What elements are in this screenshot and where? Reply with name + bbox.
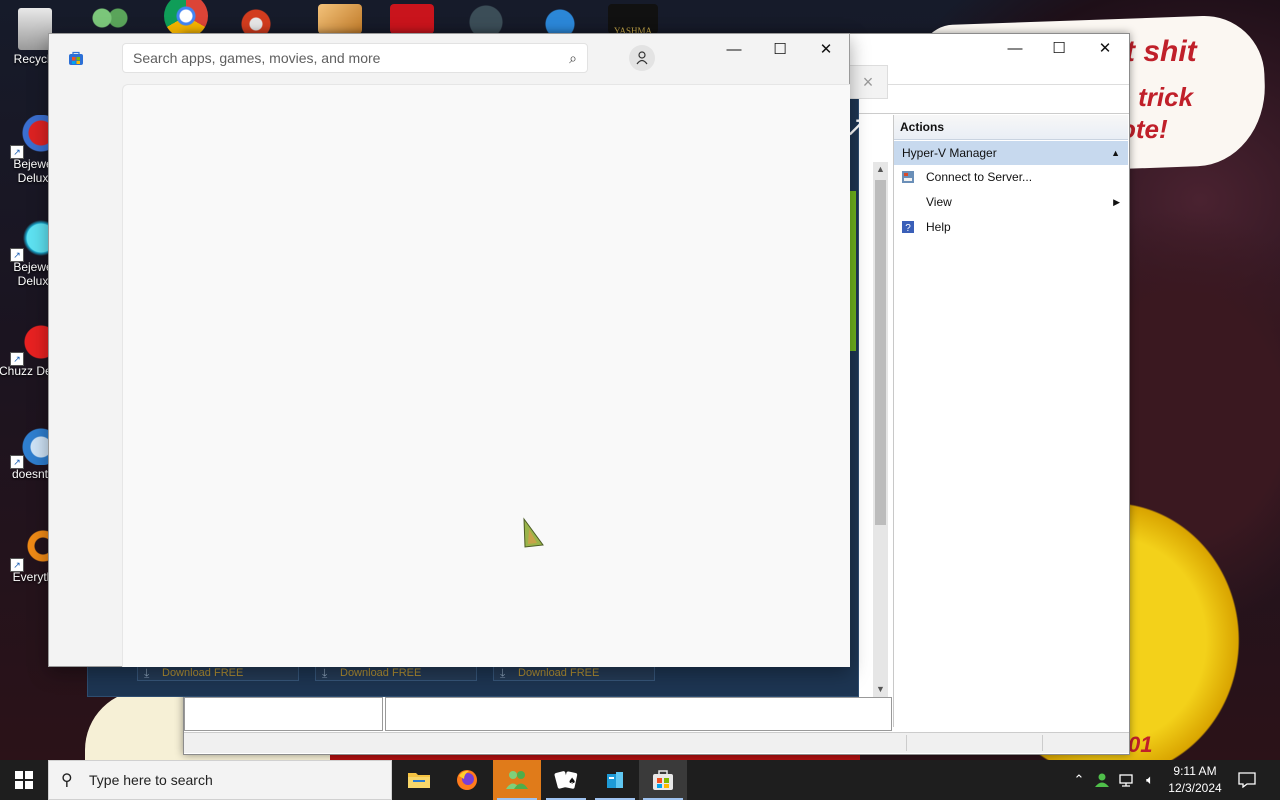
app-desktop-icon[interactable] — [538, 4, 582, 34]
actions-section-hyperv-manager[interactable]: Hyper-V Manager ▲ — [894, 141, 1128, 165]
close-button[interactable]: ✕ — [803, 34, 849, 64]
action-view[interactable]: View ▶ — [894, 190, 1128, 215]
action-connect-to-server[interactable]: Connect to Server... — [894, 165, 1128, 190]
show-hidden-icons-chevron-icon[interactable]: ⌃ — [1070, 760, 1088, 800]
taskbar-firefox[interactable] — [443, 760, 491, 800]
cards-icon: ♠ — [554, 771, 578, 789]
actions-header: Actions — [894, 115, 1128, 140]
yashma-desktop-icon[interactable]: YASHMA — [608, 4, 658, 36]
network-glyph-icon — [1119, 774, 1133, 787]
shortcut-arrow-icon: ↗ — [10, 248, 24, 262]
search-icon: ⚲ — [61, 772, 73, 789]
taskbar-clock[interactable]: 9:11 AM 12/3/2024 — [1160, 763, 1230, 797]
app-desktop-icon[interactable] — [460, 4, 504, 34]
taskbar-app-installer[interactable] — [591, 760, 639, 800]
search-icon[interactable]: ⌕ — [569, 50, 577, 67]
folder-icon — [408, 773, 430, 788]
loading-cursor-icon — [523, 517, 544, 548]
status-divider — [906, 735, 907, 751]
flash-desktop-icon[interactable] — [390, 4, 434, 34]
clock-date: 12/3/2024 — [1168, 781, 1222, 795]
person-green-icon — [1095, 773, 1109, 787]
actions-pane: Actions Hyper-V Manager ▲ Connect to Ser… — [893, 115, 1128, 727]
close-icon[interactable]: × — [848, 65, 888, 99]
app-desktop-icon[interactable] — [318, 4, 362, 34]
shortcut-arrow-icon: ↗ — [10, 352, 24, 366]
scrollbar-thumb[interactable] — [875, 180, 886, 525]
scrollbar[interactable]: ▲ ▼ — [873, 162, 888, 697]
store-search-input[interactable] — [123, 44, 563, 72]
taskbar-search-box[interactable]: ⚲ Type here to search — [48, 760, 392, 800]
close-button[interactable]: ✕ — [1082, 34, 1128, 62]
taskbar: ⚲ Type here to search ♠ ⌃ 🔈︎ 9:11 AM 12/… — [0, 760, 1280, 800]
action-label: View — [926, 195, 952, 209]
recycle-bin-icon — [18, 8, 52, 50]
store-search-box[interactable]: ⌕ — [122, 43, 588, 73]
submenu-arrow-icon: ▶ — [1113, 197, 1120, 207]
clock-time: 9:11 AM — [1173, 764, 1217, 778]
firefox-icon — [457, 770, 477, 790]
shortcut-arrow-icon: ↗ — [10, 455, 24, 469]
status-bar — [184, 732, 1129, 753]
store-bag-icon — [653, 770, 673, 790]
action-center-icon[interactable] — [1234, 760, 1260, 800]
network-icon[interactable] — [1116, 760, 1136, 800]
svg-text:♠: ♠ — [568, 777, 576, 787]
people-desktop-icon[interactable] — [88, 4, 132, 34]
maximize-button[interactable]: ☐ — [757, 34, 803, 64]
start-button[interactable] — [0, 760, 48, 800]
microsoft-store-window: ⌕ — ☐ ✕ — [48, 33, 850, 667]
taskbar-file-explorer[interactable] — [395, 760, 443, 800]
people-tray-icon[interactable] — [1092, 760, 1112, 800]
windows-icon — [15, 771, 33, 789]
account-avatar[interactable] — [629, 45, 655, 71]
wallpaper-text-1: t shit — [1125, 35, 1197, 68]
maximize-button[interactable]: ☐ — [1036, 34, 1082, 62]
taskbar-search-placeholder: Type here to search — [89, 772, 213, 788]
action-help[interactable]: ? Help — [894, 215, 1128, 240]
action-label: Connect to Server... — [926, 170, 1033, 184]
notification-icon — [1238, 772, 1256, 788]
details-panel-left — [184, 697, 383, 731]
svg-text:?: ? — [905, 223, 911, 234]
installer-box-icon — [607, 772, 623, 788]
collapse-caret-icon[interactable]: ▲ — [1111, 141, 1120, 165]
server-icon — [902, 171, 914, 183]
details-panel-right — [385, 697, 892, 731]
people-icon — [506, 771, 528, 789]
person-icon — [636, 51, 648, 65]
taskbar-people-app[interactable] — [493, 760, 541, 800]
status-divider — [1042, 735, 1043, 751]
taskbar-microsoft-store[interactable] — [639, 760, 687, 800]
taskbar-solitaire[interactable]: ♠ — [542, 760, 590, 800]
section-label: Hyper-V Manager — [902, 146, 997, 160]
app-desktop-icon[interactable] — [236, 4, 280, 34]
wallpaper-text-4: 01 — [1128, 732, 1153, 757]
store-content-area — [122, 84, 850, 667]
minimize-button[interactable]: — — [711, 34, 757, 64]
help-icon: ? — [902, 221, 914, 234]
shortcut-arrow-icon: ↗ — [10, 558, 24, 572]
minimize-button[interactable]: — — [992, 34, 1038, 62]
shortcut-arrow-icon: ↗ — [10, 145, 24, 159]
action-label: Help — [926, 220, 951, 234]
microsoft-store-icon — [69, 51, 83, 65]
scroll-up-icon[interactable]: ▲ — [873, 162, 888, 177]
scroll-down-icon[interactable]: ▼ — [873, 682, 888, 697]
volume-icon[interactable]: 🔈︎ — [1140, 760, 1160, 800]
